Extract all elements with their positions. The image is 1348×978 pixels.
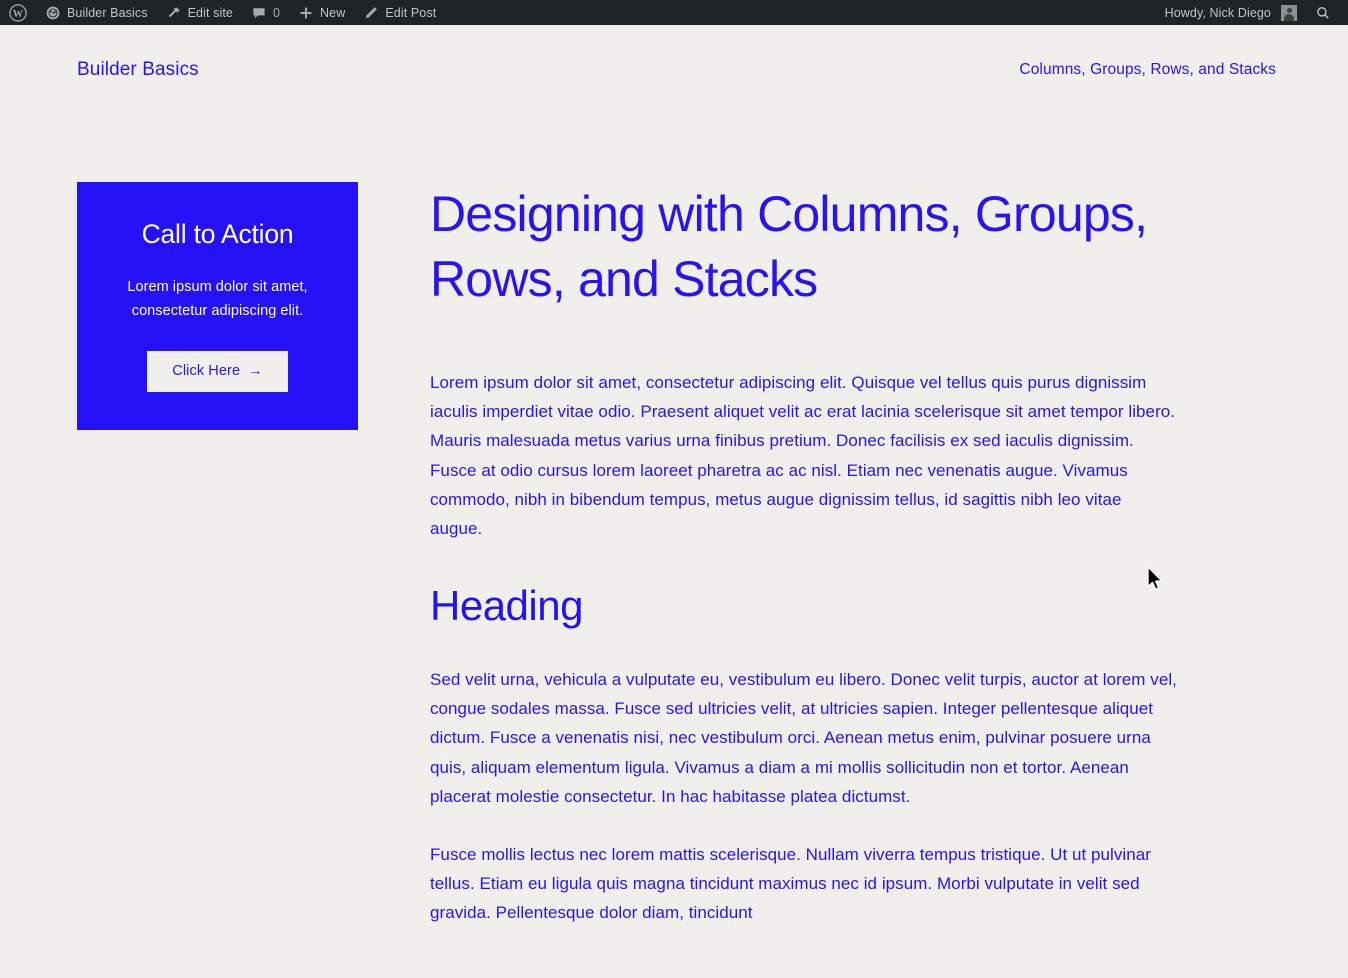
svg-text:W: W — [13, 9, 24, 20]
columns-layout: Call to Action Lorem ipsum dolor sit ame… — [0, 81, 1348, 957]
search-icon — [1315, 5, 1331, 21]
site-content-area: Builder Basics Columns, Groups, Rows, an… — [0, 25, 1348, 978]
dashboard-icon — [45, 5, 61, 21]
admin-bar-left-group: W Builder Basics Edit site 0 New Edit Po… — [0, 0, 445, 25]
wp-admin-bar: W Builder Basics Edit site 0 New Edit Po… — [0, 0, 1348, 25]
cta-title: Call to Action — [141, 218, 294, 249]
wordpress-logo-icon: W — [9, 3, 27, 22]
site-title-link[interactable]: Builder Basics — [77, 59, 199, 81]
admin-bar-item-edit-post[interactable]: Edit Post — [354, 0, 445, 25]
comment-count: 0 — [272, 5, 281, 20]
avatar — [1281, 4, 1297, 21]
post-paragraph: Fusce mollis lectus nec lorem mattis sce… — [430, 844, 1151, 923]
hammer-icon — [166, 5, 182, 21]
page-title: Designing with Columns, Groups, Rows, an… — [430, 186, 1148, 307]
pencil-icon — [363, 5, 379, 21]
admin-bar-label: Edit site — [187, 5, 233, 20]
admin-bar-search-button[interactable] — [1306, 0, 1340, 25]
nav-item-columns-groups-rows-stacks[interactable]: Columns, Groups, Rows, and Stacks — [1019, 61, 1276, 78]
post-section-heading: Heading — [430, 582, 583, 630]
site-navigation: Columns, Groups, Rows, and Stacks — [1019, 61, 1276, 79]
admin-bar-item-comments[interactable]: 0 — [242, 0, 289, 25]
admin-bar-label: Builder Basics — [67, 5, 148, 20]
admin-bar-item-builder-basics[interactable]: Builder Basics — [36, 0, 157, 25]
arrow-right-icon: → — [248, 363, 263, 380]
cta-click-here-button[interactable]: Click Here → — [147, 351, 288, 393]
column-left: Call to Action Lorem ipsum dolor sit ame… — [77, 182, 358, 430]
post-paragraph: Sed velit urna, vehicula a vulputate eu,… — [430, 669, 1177, 806]
howdy-label: Howdy, Nick Diego — [1164, 5, 1271, 20]
cta-description: Lorem ipsum dolor sit amet, consectetur … — [127, 279, 308, 319]
admin-bar-my-account[interactable]: Howdy, Nick Diego — [1156, 0, 1306, 25]
comment-icon — [251, 5, 267, 21]
plus-icon — [298, 5, 314, 21]
cta-button-label: Click Here — [172, 363, 241, 380]
call-to-action-card: Call to Action Lorem ipsum dolor sit ame… — [77, 182, 358, 430]
admin-bar-right-group: Howdy, Nick Diego — [1156, 0, 1348, 25]
admin-bar-item-edit-site[interactable]: Edit site — [157, 0, 242, 25]
admin-bar-label: New — [320, 5, 346, 20]
admin-bar-label: Edit Post — [385, 5, 437, 20]
site-header: Builder Basics Columns, Groups, Rows, an… — [0, 25, 1348, 81]
post-paragraph: Lorem ipsum dolor sit amet, consectetur … — [430, 373, 1176, 539]
admin-bar-wp-logo[interactable]: W — [0, 0, 36, 25]
column-right: Designing with Columns, Groups, Rows, an… — [358, 182, 1348, 957]
admin-bar-item-new[interactable]: New — [289, 0, 354, 25]
